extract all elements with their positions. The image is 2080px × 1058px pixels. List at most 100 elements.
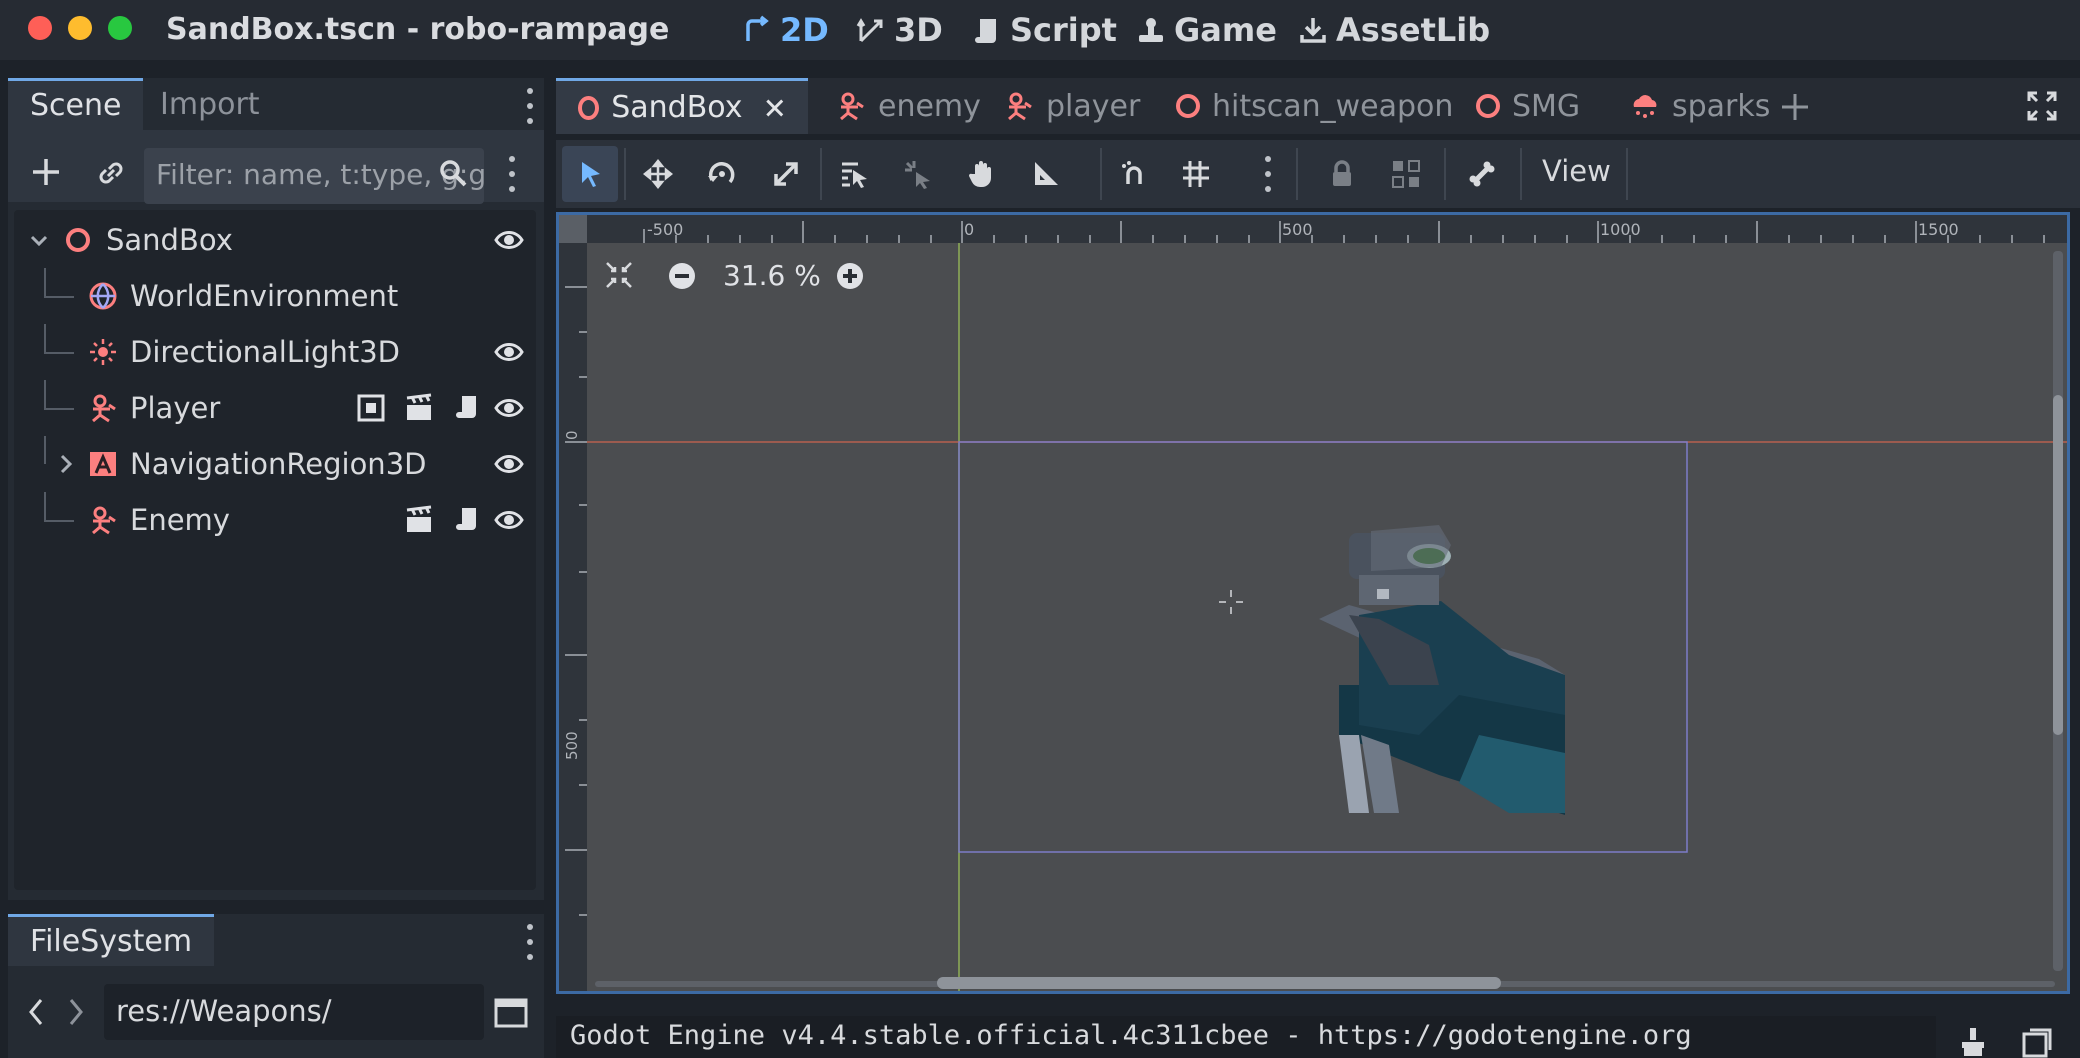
forward-arrow-icon[interactable]: [66, 996, 86, 1028]
title-bar: SandBox.tscn - robo-rampage 2D 3D Script…: [0, 0, 2080, 60]
horizontal-scrollbar[interactable]: [937, 977, 1501, 989]
chevron-down-icon[interactable]: [28, 230, 50, 252]
minimize-window-button[interactable]: [68, 16, 92, 40]
list-select-icon: [842, 162, 867, 188]
lock-button[interactable]: [1314, 146, 1370, 202]
ruler-v-label-0: 0: [563, 430, 581, 440]
scene-tab-sparks[interactable]: sparks: [1608, 78, 1792, 134]
lock-icon: [1333, 160, 1351, 186]
canvas-toolbar: View: [556, 140, 2080, 208]
group-button[interactable]: [1378, 146, 1434, 202]
scene-tab-player[interactable]: player: [982, 78, 1162, 134]
main-screen-assetlib[interactable]: AssetLib: [1298, 10, 1490, 50]
tree-item-directionallight3d[interactable]: DirectionalLight3D: [14, 324, 536, 380]
zoom-out-icon[interactable]: [667, 261, 697, 291]
tree-item-sandbox[interactable]: SandBox: [14, 212, 536, 268]
tree-item-worldenvironment[interactable]: WorldEnvironment: [14, 268, 536, 324]
search-icon: [440, 160, 467, 187]
ruler-mode-button[interactable]: [1018, 146, 1074, 202]
expand-panel-icon[interactable]: [2020, 1026, 2054, 1058]
cursor-icon: [582, 162, 600, 187]
zoom-level-label[interactable]: 31.6 %: [723, 259, 821, 292]
zoom-in-icon[interactable]: [835, 261, 865, 291]
world-environment-icon: [89, 282, 117, 310]
engine-version-text: Godot Engine v4.4.stable.official.4c311c…: [570, 1020, 1692, 1051]
move-icon: [642, 158, 674, 190]
close-icon[interactable]: [764, 95, 786, 121]
tab-import[interactable]: Import: [138, 78, 282, 130]
visibility-eye-icon[interactable]: [494, 505, 524, 535]
open-scene-icon[interactable]: [404, 505, 434, 535]
unique-name-icon[interactable]: [356, 393, 386, 423]
tree-item-navigationregion3d[interactable]: NavigationRegion3D: [14, 436, 536, 492]
main-screen-game[interactable]: Game: [1136, 10, 1277, 50]
tree-item-enemy[interactable]: Enemy: [14, 492, 536, 548]
main-screen-script[interactable]: Script: [972, 10, 1117, 50]
pivot-mode-button[interactable]: [890, 146, 946, 202]
character-icon: [92, 394, 116, 423]
scene-tab-hitscan-weapon[interactable]: hitscan_weapon: [1154, 78, 1475, 134]
tree-item-player[interactable]: Player: [14, 380, 536, 436]
hand-icon: [968, 161, 991, 187]
open-scene-icon[interactable]: [404, 393, 434, 423]
pivot-icon: [905, 161, 930, 189]
snap-options-icon[interactable]: [1264, 156, 1272, 192]
distraction-free-icon[interactable]: [2026, 90, 2058, 122]
list-select-button[interactable]: [826, 146, 882, 202]
scene-tabs-bar: SandBox enemy player hitscan_weapon SMG …: [556, 78, 2080, 134]
move-mode-button[interactable]: [630, 146, 686, 202]
scene-tree: SandBox WorldEnvironment DirectionalLigh…: [14, 210, 536, 890]
smart-snap-button[interactable]: [1106, 146, 1162, 202]
ruler-label-1000: 1000: [1600, 220, 1641, 239]
close-window-button[interactable]: [28, 16, 52, 40]
grid-snap-icon: [1183, 161, 1209, 187]
add-scene-tab-icon[interactable]: [1780, 92, 1810, 122]
main-screen-2d[interactable]: 2D: [742, 10, 829, 50]
grid-snap-button[interactable]: [1168, 146, 1224, 202]
ruler-label-500: 500: [1282, 220, 1313, 239]
chevron-right-icon[interactable]: [56, 453, 76, 475]
character-icon: [92, 506, 116, 535]
maximize-window-button[interactable]: [108, 16, 132, 40]
scene-tab-smg[interactable]: SMG: [1454, 78, 1602, 134]
scene-tab-sandbox[interactable]: SandBox: [556, 78, 808, 134]
magnet-icon: [1122, 161, 1142, 184]
group-icon: [1392, 160, 1420, 188]
pan-mode-button[interactable]: [954, 146, 1010, 202]
main-screen-3d[interactable]: 3D: [856, 10, 943, 50]
particles-icon: [1633, 95, 1657, 118]
add-node-icon[interactable]: [30, 156, 62, 188]
dock-menu-icon[interactable]: [526, 88, 534, 124]
visibility-eye-icon[interactable]: [494, 393, 524, 423]
vertical-scrollbar[interactable]: [2053, 395, 2063, 735]
instance-scene-icon[interactable]: [94, 156, 128, 190]
character-icon: [1008, 92, 1032, 121]
dock-menu-icon[interactable]: [526, 924, 534, 960]
tab-filesystem[interactable]: FileSystem: [8, 914, 215, 966]
scene-tab-enemy[interactable]: enemy: [814, 78, 1003, 134]
visibility-eye-icon[interactable]: [494, 225, 524, 255]
scene-options-icon[interactable]: [508, 156, 516, 192]
script-icon[interactable]: [452, 505, 482, 535]
ruler-icon: [1035, 162, 1058, 185]
center-view-icon[interactable]: [603, 259, 635, 291]
tab-scene[interactable]: Scene: [8, 78, 144, 130]
visibility-eye-icon[interactable]: [494, 449, 524, 479]
scale-mode-button[interactable]: [758, 146, 814, 202]
scene-filter-input[interactable]: Filter: name, t:type, g:group: [144, 148, 484, 204]
scene-dock: Scene Import Filter: name, t:type, g:gro…: [8, 78, 544, 900]
back-arrow-icon[interactable]: [26, 996, 46, 1028]
clear-output-icon[interactable]: [1956, 1024, 1990, 1058]
game-icon: [1139, 18, 1163, 42]
node3d-icon: [66, 228, 90, 252]
select-mode-button[interactable]: [562, 146, 618, 202]
script-icon[interactable]: [452, 393, 482, 423]
toggle-split-view-icon[interactable]: [494, 998, 528, 1028]
canvas-viewport[interactable]: -500 0 500 1000 1500 0 500 31.6 %: [556, 212, 2070, 994]
scale-icon: [774, 162, 798, 186]
view-menu-button[interactable]: View: [1542, 154, 1611, 188]
skeleton-options-button[interactable]: [1454, 146, 1510, 202]
visibility-eye-icon[interactable]: [494, 337, 524, 367]
filesystem-path-input[interactable]: res://Weapons/: [104, 984, 484, 1040]
rotate-mode-button[interactable]: [694, 146, 750, 202]
